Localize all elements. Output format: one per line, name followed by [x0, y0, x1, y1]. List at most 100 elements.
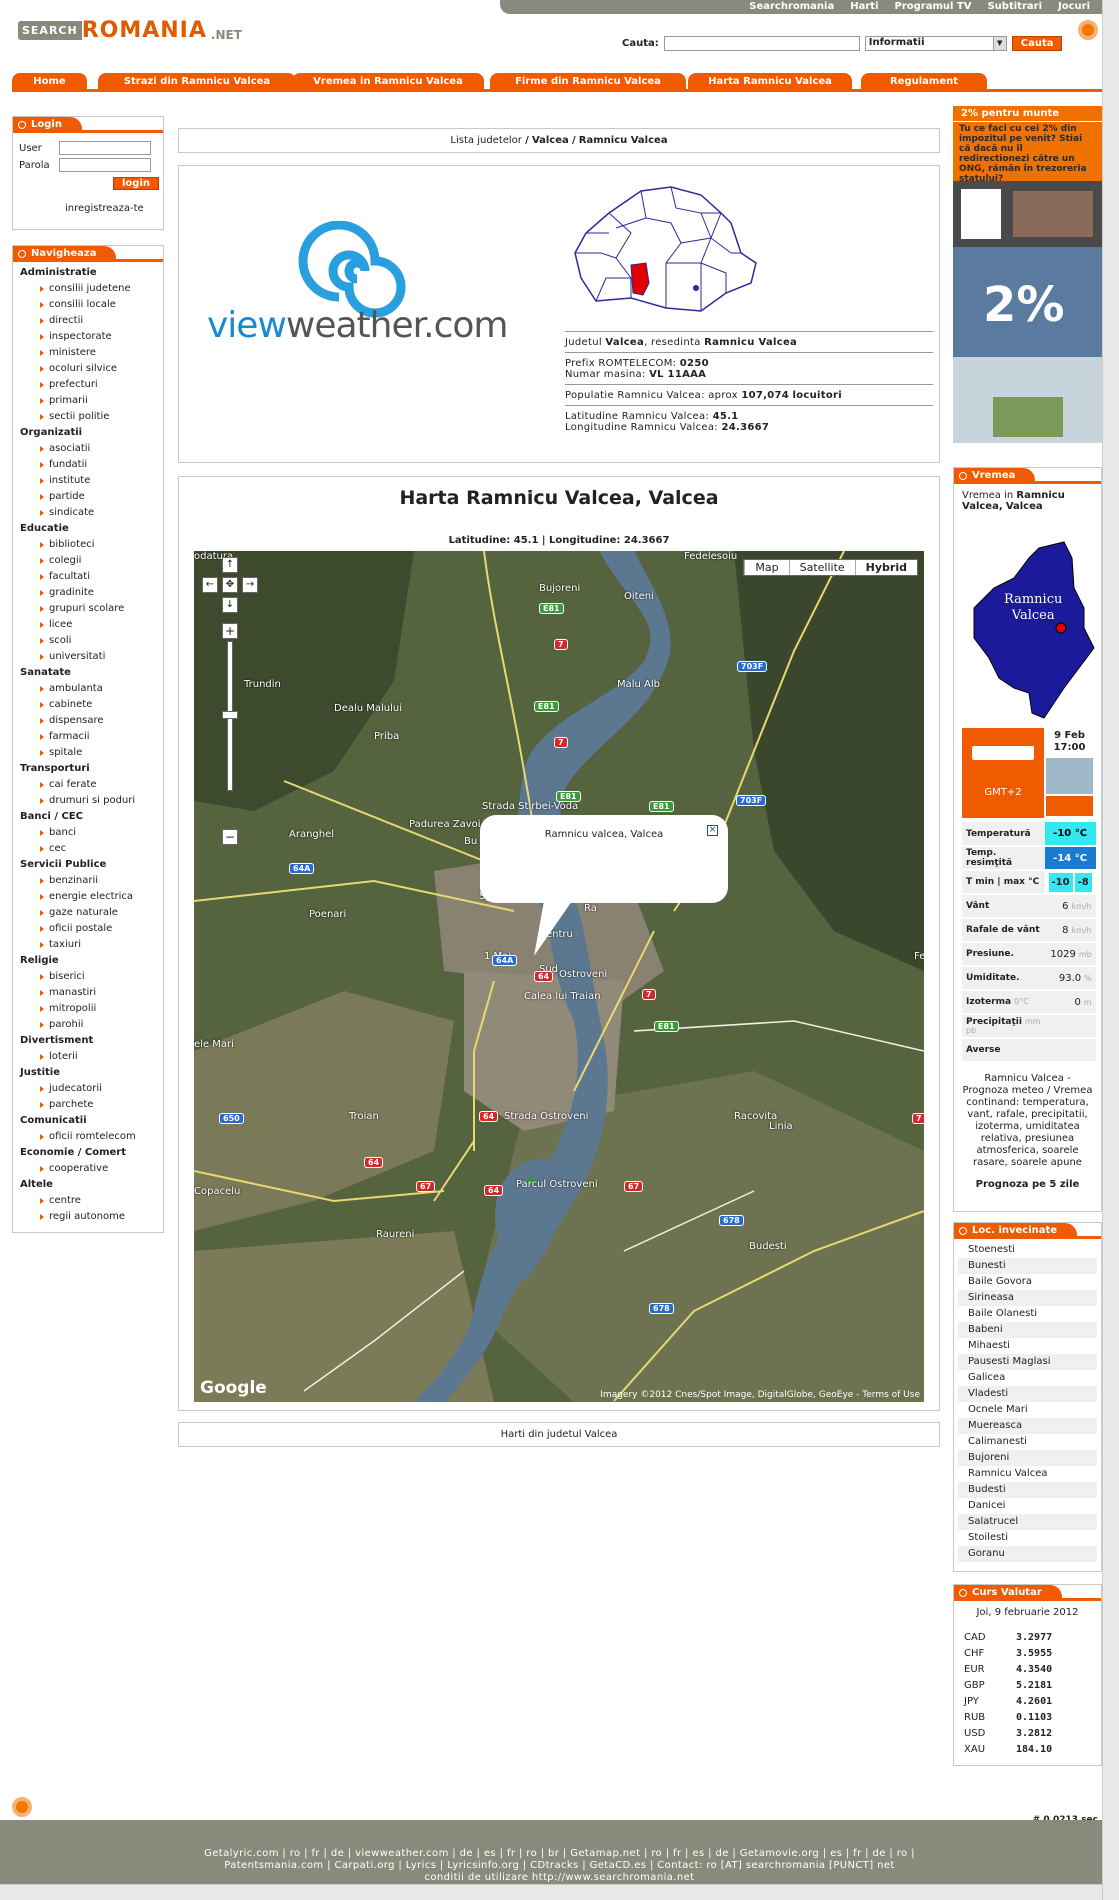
neighbor-item[interactable]: Muereasca — [958, 1418, 1097, 1434]
user-field[interactable] — [59, 141, 151, 155]
county-link[interactable]: Valcea — [605, 337, 644, 348]
nav-item[interactable]: banci — [13, 825, 163, 841]
nav-item[interactable]: biblioteci — [13, 537, 163, 553]
nav-item[interactable]: cabinete — [13, 697, 163, 713]
neighbor-item[interactable]: Bujoreni — [958, 1450, 1097, 1466]
nav-item[interactable]: partide — [13, 489, 163, 505]
resedinta-link[interactable]: Ramnicu Valcea — [704, 337, 797, 348]
horizontal-scrollbar[interactable] — [0, 1884, 1102, 1900]
neighbor-item[interactable]: Salatrucel — [958, 1514, 1097, 1530]
nav-item[interactable]: inspectorate — [13, 329, 163, 345]
search-button[interactable]: Cauta — [1011, 36, 1063, 51]
top-link[interactable]: Harti — [850, 0, 878, 14]
zoom-in-icon[interactable]: + — [222, 623, 238, 639]
search-input[interactable] — [663, 36, 860, 51]
login-button[interactable]: login — [113, 177, 160, 190]
neighbor-item[interactable]: Pausesti Maglasi — [958, 1354, 1097, 1370]
nav-item[interactable]: parchete — [13, 1097, 163, 1113]
county-maps-link[interactable]: Harti din judetul Valcea — [178, 1422, 940, 1447]
nav-item[interactable]: parohii — [13, 1017, 163, 1033]
nav-item[interactable]: dispensare — [13, 713, 163, 729]
neighbor-item[interactable]: Budesti — [958, 1482, 1097, 1498]
map-type-hybrid[interactable]: Hybrid — [854, 560, 917, 575]
viewweather-logo[interactable]: viewweather.com — [207, 220, 508, 361]
nav-home[interactable]: Home — [12, 73, 87, 91]
neighbor-item[interactable]: Stoilesti — [958, 1530, 1097, 1546]
footer-line-2[interactable]: Patentsmania.com | Carpati.org | Lyrics … — [0, 1860, 1119, 1872]
nav-item[interactable]: grupuri scolare — [13, 601, 163, 617]
nav-firme[interactable]: Firme din Ramnicu Valcea — [490, 73, 686, 91]
viewweather-small-logo[interactable] — [972, 746, 1034, 760]
nav-regulament[interactable]: Regulament — [861, 73, 987, 91]
top-link[interactable]: Jocuri — [1058, 0, 1090, 14]
close-icon[interactable]: × — [707, 825, 718, 836]
nav-item[interactable]: sindicate — [13, 505, 163, 521]
neighbor-item[interactable]: Vladesti — [958, 1386, 1097, 1402]
nav-item[interactable]: cec — [13, 841, 163, 857]
google-logo[interactable]: Google — [200, 1378, 267, 1398]
nav-item[interactable]: consilii judetene — [13, 281, 163, 297]
pan-up-icon[interactable]: ↑ — [222, 557, 238, 573]
zoom-slider-handle[interactable] — [222, 711, 238, 719]
neighbor-item[interactable]: Bunesti — [958, 1258, 1097, 1274]
nav-item[interactable]: benzinarii — [13, 873, 163, 889]
neighbor-item[interactable]: Babeni — [958, 1322, 1097, 1338]
nav-strazi[interactable]: Strazi din Ramnicu Valcea — [98, 73, 296, 91]
top-link[interactable]: Programul TV — [895, 0, 972, 14]
nav-item[interactable]: scoli — [13, 633, 163, 649]
map-type-satellite[interactable]: Satellite — [788, 560, 855, 575]
forecast-link[interactable]: Prognoza pe 5 zile — [954, 1179, 1101, 1190]
zoom-out-icon[interactable]: − — [222, 829, 238, 845]
neighbor-item[interactable]: Danicei — [958, 1498, 1097, 1514]
breadcrumb-city[interactable]: Ramnicu Valcea — [579, 135, 668, 146]
search-category-select[interactable]: Informatii ▼ — [864, 36, 1007, 51]
nav-item[interactable]: ministere — [13, 345, 163, 361]
nav-item[interactable]: oficii postale — [13, 921, 163, 937]
neighbor-item[interactable]: Baile Govora — [958, 1274, 1097, 1290]
nav-item[interactable]: biserici — [13, 969, 163, 985]
nav-harta[interactable]: Harta Ramnicu Valcea — [688, 73, 852, 91]
footer-line-3[interactable]: conditii de utilizare http://www.searchr… — [0, 1872, 1119, 1884]
site-logo[interactable]: SEARCH ROMANIA .NET — [18, 18, 242, 43]
nav-item[interactable]: centre — [13, 1193, 163, 1209]
nav-item[interactable]: colegii — [13, 553, 163, 569]
top-link[interactable]: Subtitrari — [987, 0, 1042, 14]
nav-item[interactable]: universitati — [13, 649, 163, 665]
nav-item[interactable]: asociatii — [13, 441, 163, 457]
password-field[interactable] — [59, 158, 151, 172]
nav-item[interactable]: gaze naturale — [13, 905, 163, 921]
pan-left-icon[interactable]: ← — [202, 577, 218, 593]
neighbor-item[interactable]: Mihaesti — [958, 1338, 1097, 1354]
nav-item[interactable]: cooperative — [13, 1161, 163, 1177]
pan-right-icon[interactable]: → — [242, 577, 258, 593]
nav-item[interactable]: institute — [13, 473, 163, 489]
ad-banner[interactable]: 2% pentru munte Tu ce faci cu cei 2% din… — [953, 106, 1102, 446]
neighbor-item[interactable]: Galicea — [958, 1370, 1097, 1386]
vertical-scrollbar[interactable] — [1102, 0, 1119, 1900]
pan-center-icon[interactable]: ✥ — [222, 577, 238, 593]
neighbor-item[interactable]: Ocnele Mari — [958, 1402, 1097, 1418]
nav-item[interactable]: ocoluri silvice — [13, 361, 163, 377]
nav-item[interactable]: drumuri si poduri — [13, 793, 163, 809]
nav-item[interactable]: judecatorii — [13, 1081, 163, 1097]
register-link[interactable]: inregistreaza-te — [65, 203, 144, 214]
nav-item[interactable]: fundatii — [13, 457, 163, 473]
nav-item[interactable]: oficii romtelecom — [13, 1129, 163, 1145]
nav-item[interactable]: farmacii — [13, 729, 163, 745]
nav-item[interactable]: manastiri — [13, 985, 163, 1001]
nav-item[interactable]: licee — [13, 617, 163, 633]
breadcrumb-county[interactable]: Valcea — [532, 135, 569, 146]
nav-item[interactable]: gradinite — [13, 585, 163, 601]
neighbor-item[interactable]: Ramnicu Valcea — [958, 1466, 1097, 1482]
nav-item[interactable]: regii autonome — [13, 1209, 163, 1225]
neighbor-item[interactable]: Stoenesti — [958, 1242, 1097, 1258]
map-attribution[interactable]: Imagery ©2012 Cnes/Spot Image, DigitalGl… — [600, 1390, 920, 1400]
nav-item[interactable]: directii — [13, 313, 163, 329]
nav-item[interactable]: spitale — [13, 745, 163, 761]
breadcrumb-root[interactable]: Lista judetelor — [450, 135, 521, 146]
neighbor-item[interactable]: Goranu — [958, 1546, 1097, 1562]
nav-item[interactable]: ambulanta — [13, 681, 163, 697]
nav-item[interactable]: facultati — [13, 569, 163, 585]
neighbor-item[interactable]: Calimanesti — [958, 1434, 1097, 1450]
nav-item[interactable]: mitropolii — [13, 1001, 163, 1017]
